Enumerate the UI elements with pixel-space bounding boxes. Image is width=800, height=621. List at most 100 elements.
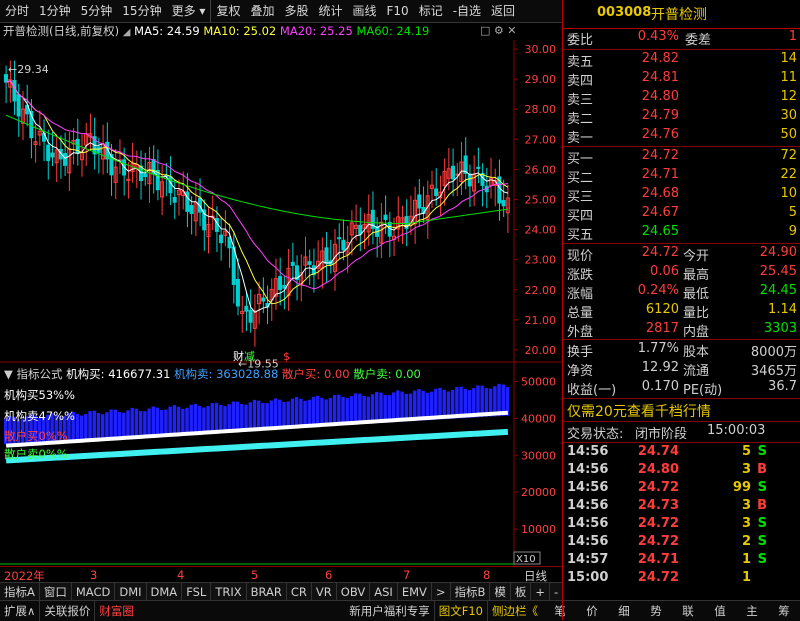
expand-icon[interactable]: ▼ <box>4 367 13 381</box>
fund-label: 流通 <box>683 364 710 379</box>
jg-buy-bar <box>311 396 316 427</box>
new-user-promo[interactable]: 新用户福利专享 <box>345 601 434 621</box>
sidebar-toggle[interactable]: 侧边栏《 <box>487 601 542 621</box>
price-tick-label: 30.00 <box>525 43 557 56</box>
toolbar-fenshi[interactable]: 分时 <box>0 0 34 22</box>
fund-row: 收益(一) 0.170 PE(动) 36.7 <box>563 379 800 398</box>
tick-row: 14:56 24.72 2 S <box>563 534 800 553</box>
buy-level-row[interactable]: 买二 24.71 22 <box>563 167 800 186</box>
jg-buy-bar <box>231 401 236 432</box>
tab-emv[interactable]: EMV <box>398 583 432 601</box>
toolbar-1min[interactable]: 1分钟 <box>34 0 76 22</box>
collapse-icon[interactable]: ◢ <box>123 27 131 38</box>
tick-time: 14:56 <box>567 480 609 495</box>
price-tick-label: 28.00 <box>525 103 557 116</box>
sell-level-row[interactable]: 卖四 24.81 11 <box>563 70 800 89</box>
price-tick-label: 21.00 <box>525 314 557 327</box>
sell-level-row[interactable]: 卖三 24.80 12 <box>563 89 800 108</box>
tick-row: 14:56 24.73 3 B <box>563 498 800 517</box>
tab-dmi[interactable]: DMI <box>115 583 147 601</box>
candle-body <box>337 237 342 240</box>
jg-buy-bar <box>404 393 408 422</box>
toolbar-zixuan[interactable]: -自选 <box>448 0 486 22</box>
kline-chart[interactable]: 30.00 29.00 28.00 27.00 26.00 25.00 24.00 23.00… <box>0 40 562 582</box>
tab-indicator-b[interactable]: 指标B <box>451 583 491 601</box>
jg-buy-bar <box>358 393 362 425</box>
tab-plus[interactable]: + <box>531 583 551 601</box>
tab-fsl[interactable]: FSL <box>182 583 212 601</box>
fund-value: 8000万 <box>750 345 797 360</box>
sell-level-row[interactable]: 卖五 24.82 14 <box>563 51 800 70</box>
buy-level-label: 买二 <box>567 171 594 186</box>
tab-mo[interactable]: 模 <box>490 583 511 601</box>
buy-volume: 72 <box>780 148 797 163</box>
candle-body <box>46 144 51 161</box>
promo-banner[interactable]: 仅需20元查看千档行情 <box>563 401 800 420</box>
toolbar-more[interactable]: 更多 ▾ <box>167 0 211 22</box>
tab-obv[interactable]: OBV <box>337 583 371 601</box>
jg-buy-bar <box>193 403 198 434</box>
tab-trix[interactable]: TRIX <box>211 583 247 601</box>
jg-buy-bar <box>219 404 223 432</box>
tab-vr[interactable]: VR <box>312 583 337 601</box>
tab-cr[interactable]: CR <box>287 583 312 601</box>
buy-level-row[interactable]: 买三 24.68 10 <box>563 186 800 205</box>
tick-time: 14:57 <box>567 552 609 567</box>
sell-level-label: 卖三 <box>567 93 594 108</box>
tab-macd[interactable]: MACD <box>72 583 116 601</box>
formula-label[interactable]: 指标公式 <box>17 367 63 381</box>
settings-icon[interactable]: ⚙ <box>494 24 504 37</box>
buy-level-row[interactable]: 买一 24.72 72 <box>563 148 800 167</box>
toolbar-5min[interactable]: 5分钟 <box>76 0 118 22</box>
stat-value: 0.06 <box>650 264 679 279</box>
fund-value: 36.7 <box>768 379 797 394</box>
jg-buy-bar <box>164 409 168 436</box>
buy-price: 24.68 <box>641 186 679 201</box>
maximize-icon[interactable]: □ <box>480 24 490 37</box>
stat-value: 24.72 <box>641 245 679 260</box>
tab-indicator-a[interactable]: 指标A <box>0 583 40 601</box>
jg-buy-bar <box>151 406 155 436</box>
tab-asi[interactable]: ASI <box>370 583 398 601</box>
pct-sh-sell: 散户卖0%% <box>4 447 68 461</box>
sell-level-row[interactable]: 卖二 24.79 30 <box>563 108 800 127</box>
sell-price: 24.82 <box>641 51 679 66</box>
toolbar-tongji[interactable]: 统计 <box>313 0 347 22</box>
tick-volume: 1 <box>741 552 751 567</box>
candle-body <box>434 188 439 197</box>
wealth-circle-button[interactable]: 财富圈 <box>94 601 138 621</box>
tab-window[interactable]: 窗口 <box>40 583 72 601</box>
tab-dma[interactable]: DMA <box>147 583 183 601</box>
toolbar-15min[interactable]: 15分钟 <box>117 0 166 22</box>
buy-level-row[interactable]: 买五 24.65 9 <box>563 224 800 243</box>
tick-price: 24.72 <box>637 570 679 585</box>
sell-volume: 14 <box>780 51 797 66</box>
candle-body <box>12 80 17 102</box>
toolbar-fanhui[interactable]: 返回 <box>486 0 520 22</box>
sell-level-row[interactable]: 卖一 24.76 50 <box>563 127 800 146</box>
buy-level-row[interactable]: 买四 24.67 5 <box>563 205 800 224</box>
toolbar-biaoji[interactable]: 标记 <box>414 0 448 22</box>
toolbar-huaxian[interactable]: 画线 <box>348 0 382 22</box>
candle-body <box>450 165 455 180</box>
tick-direction: S <box>757 444 767 459</box>
jg-buy-bar <box>248 402 252 431</box>
tab-brar[interactable]: BRAR <box>247 583 287 601</box>
toolbar-fuquan[interactable]: 复权 <box>210 0 245 22</box>
close-icon[interactable]: ✕ <box>507 24 516 37</box>
xaxis-tick: 5 <box>251 568 259 582</box>
f10-button[interactable]: 图文F10 <box>433 601 487 621</box>
toolbar-f10[interactable]: F10 <box>382 0 414 22</box>
jg-buy-bar <box>227 404 231 432</box>
jg-buy-bar <box>413 390 417 421</box>
toolbar-diejia[interactable]: 叠加 <box>245 0 279 22</box>
toolbar-duogu[interactable]: 多股 <box>279 0 313 22</box>
jg-buy-bar <box>168 406 172 435</box>
tab-ban[interactable]: 板 <box>511 583 532 601</box>
quote-panel: 委比 0.43% 委差 1 卖五 24.82 14 卖四 24.81 11 卖三 24.80 1… <box>562 29 800 620</box>
tab-next-arrow[interactable]: > <box>432 583 451 601</box>
tick-price: 24.74 <box>637 444 679 459</box>
buy-level-label: 买四 <box>567 209 594 224</box>
related-quote-button[interactable]: 关联报价 <box>39 601 94 621</box>
expand-button[interactable]: 扩展∧ <box>0 601 39 621</box>
